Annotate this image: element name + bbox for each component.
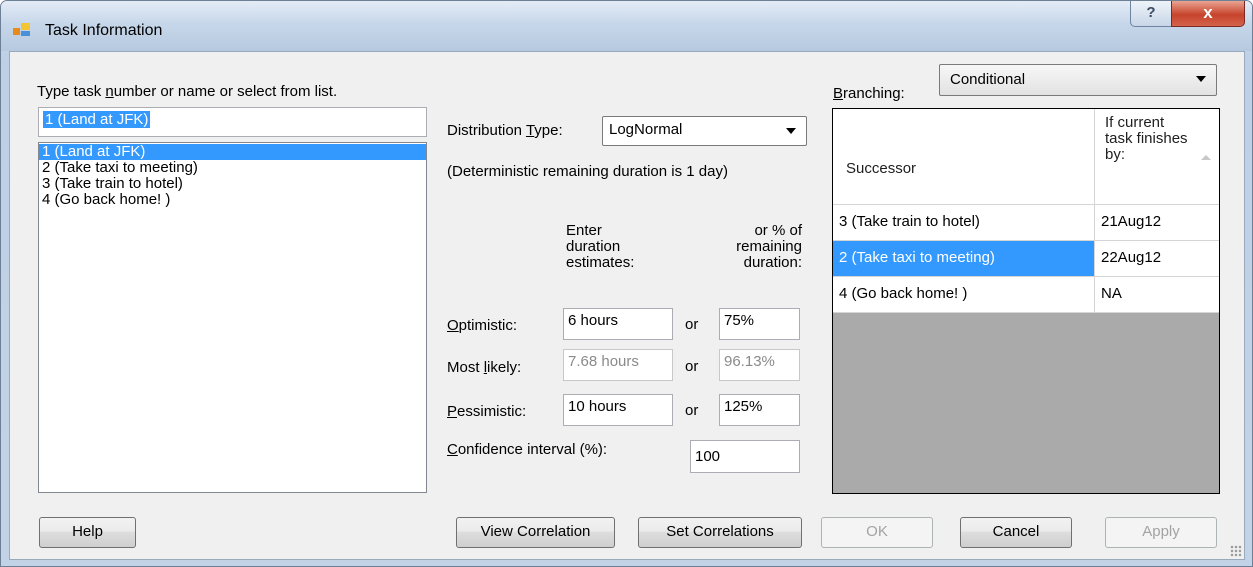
successor-grid[interactable]: Successor If current task finishes by: 3…	[832, 108, 1220, 494]
confidence-interval-input[interactable]: 100	[690, 440, 800, 473]
or-label: or	[685, 316, 699, 333]
pessimistic-percent-input[interactable]: 125%	[719, 394, 800, 426]
table-row[interactable]: 3 (Take train to hotel) 21Aug12	[833, 205, 1219, 241]
cancel-button[interactable]: Cancel	[960, 517, 1072, 548]
help-button[interactable]: Help	[39, 517, 136, 548]
branching-label: Branching:	[833, 85, 905, 102]
close-icon[interactable]: x	[1171, 1, 1245, 27]
successor-cell[interactable]: 4 (Go back home! )	[833, 277, 1095, 312]
ok-button[interactable]: OK	[821, 517, 933, 548]
finish-date-cell[interactable]: 21Aug12	[1095, 205, 1219, 240]
set-correlations-button[interactable]: Set Correlations	[638, 517, 802, 548]
chevron-down-icon	[786, 128, 796, 134]
resize-grip-icon[interactable]	[1230, 545, 1242, 557]
pessimistic-duration-input[interactable]: 10 hours	[563, 394, 673, 426]
duration-column-header: Enter duration estimates:	[566, 222, 635, 271]
task-search-value: 1 (Land at JFK)	[43, 111, 151, 128]
sort-arrow-icon	[1201, 155, 1211, 160]
distribution-type-label: Distribution Type:	[447, 122, 563, 139]
percent-column-header: or % of remaining duration:	[736, 222, 802, 271]
or-label: or	[685, 402, 699, 419]
task-information-window: Task Information ? x Type task number or…	[0, 0, 1253, 567]
help-question-icon[interactable]: ?	[1130, 1, 1172, 27]
task-select-label: Type task number or name or select from …	[37, 83, 338, 100]
window-title: Task Information	[45, 22, 163, 39]
or-label: or	[685, 358, 699, 375]
most-likely-percent-input: 96.13%	[719, 349, 800, 381]
finish-date-cell[interactable]: NA	[1095, 277, 1219, 312]
grid-header: Successor If current task finishes by:	[833, 109, 1219, 205]
optimistic-percent-input[interactable]: 75%	[719, 308, 800, 340]
optimistic-duration-input[interactable]: 6 hours	[563, 308, 673, 340]
list-item[interactable]: 2 (Take taxi to meeting)	[39, 160, 426, 176]
most-likely-label: Most likely:	[447, 359, 522, 376]
task-list[interactable]: 1 (Land at JFK) 2 (Take taxi to meeting)…	[38, 142, 427, 493]
dialog-body: Type task number or name or select from …	[9, 51, 1245, 560]
most-likely-duration-input: 7.68 hours	[563, 349, 673, 381]
view-correlation-button[interactable]: View Correlation	[456, 517, 615, 548]
distribution-type-value: LogNormal	[609, 121, 683, 138]
distribution-type-select[interactable]: LogNormal	[602, 116, 807, 146]
app-icon	[13, 23, 30, 36]
table-row[interactable]: 2 (Take taxi to meeting) 22Aug12	[833, 241, 1219, 277]
column-header-successor[interactable]: Successor	[833, 109, 1095, 204]
list-item[interactable]: 4 (Go back home! )	[39, 192, 426, 208]
successor-cell[interactable]: 2 (Take taxi to meeting)	[833, 241, 1095, 276]
list-item[interactable]: 3 (Take train to hotel)	[39, 176, 426, 192]
branching-select[interactable]: Conditional	[939, 64, 1217, 96]
successor-cell[interactable]: 3 (Take train to hotel)	[833, 205, 1095, 240]
title-bar[interactable]: Task Information ? x	[1, 1, 1252, 51]
deterministic-note: (Deterministic remaining duration is 1 d…	[447, 163, 728, 180]
table-row[interactable]: 4 (Go back home! ) NA	[833, 277, 1219, 313]
column-header-finish-date[interactable]: If current task finishes by:	[1095, 109, 1195, 204]
chevron-down-icon	[1196, 76, 1206, 82]
task-search-input[interactable]: 1 (Land at JFK)	[38, 107, 427, 137]
optimistic-label: Optimistic:	[447, 317, 518, 334]
list-item[interactable]: 1 (Land at JFK)	[39, 144, 426, 160]
apply-button[interactable]: Apply	[1105, 517, 1217, 548]
branching-value: Conditional	[950, 71, 1026, 88]
finish-date-cell[interactable]: 22Aug12	[1095, 241, 1219, 276]
pessimistic-label: Pessimistic:	[447, 403, 527, 420]
confidence-interval-label: Confidence interval (%):	[447, 441, 608, 458]
